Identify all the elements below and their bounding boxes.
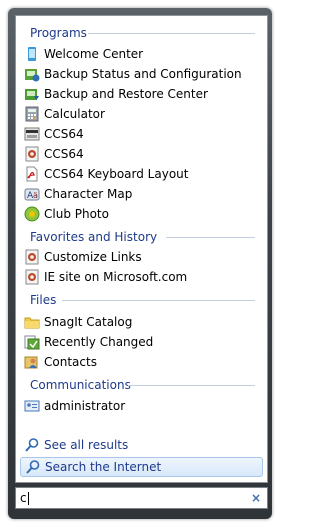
result-label: administrator: [44, 399, 126, 413]
section-title-programs: Programs: [30, 26, 87, 40]
result-ccs64-shortcut[interactable]: CCS64: [24, 124, 259, 144]
result-label: IE site on Microsoft.com: [44, 270, 188, 284]
section-title-favorites: Favorites and History: [30, 230, 158, 244]
result-customize-links[interactable]: Customize Links: [24, 247, 259, 267]
result-label: CCS64 Keyboard Layout: [44, 167, 189, 181]
start-search-input[interactable]: c ×: [15, 487, 268, 509]
result-ccs64-document[interactable]: CCS64: [24, 144, 259, 164]
section-divider: [88, 33, 255, 34]
result-label: CCS64: [44, 147, 84, 161]
pdf-icon: [24, 166, 40, 182]
result-label: Character Map: [44, 187, 133, 201]
search-input-value: c: [20, 491, 27, 505]
result-backup-restore[interactable]: Backup and Restore Center: [24, 84, 259, 104]
result-label: Calculator: [44, 107, 105, 121]
close-icon[interactable]: ×: [251, 491, 261, 505]
backup-status-icon: [24, 66, 40, 82]
result-backup-status[interactable]: Backup Status and Configuration: [24, 64, 259, 84]
section-title-communications: Communications: [30, 378, 131, 392]
result-label: CCS64: [44, 127, 84, 141]
result-character-map[interactable]: Aä Character Map: [24, 184, 259, 204]
svg-text:ä: ä: [33, 191, 38, 200]
result-administrator[interactable]: administrator: [24, 396, 259, 416]
result-label: SnagIt Catalog: [44, 315, 133, 329]
text-caret: [27, 491, 29, 505]
backup-restore-icon: [24, 86, 40, 102]
result-label: Customize Links: [44, 250, 142, 264]
welcome-center-icon: [24, 46, 40, 62]
search-the-internet-label: Search the Internet: [45, 460, 162, 474]
search-results-panel: Programs Welcome Center Backup Status an…: [15, 15, 268, 483]
section-divider: [62, 300, 255, 301]
search-icon: [24, 437, 40, 453]
character-map-icon: Aä: [24, 186, 40, 202]
contact-card-icon: [24, 398, 40, 414]
result-label: Welcome Center: [44, 47, 144, 61]
contacts-icon: [24, 354, 40, 370]
result-snagit-catalog[interactable]: SnagIt Catalog: [24, 312, 259, 332]
result-welcome-center[interactable]: Welcome Center: [24, 44, 259, 64]
recently-changed-icon: [24, 334, 40, 350]
see-all-results-link[interactable]: See all results: [24, 435, 259, 455]
ie-link-icon: [24, 269, 40, 285]
section-divider: [166, 237, 255, 238]
see-all-results-label: See all results: [44, 438, 129, 452]
search-the-internet-link[interactable]: Search the Internet: [20, 457, 263, 477]
result-label: Club Photo: [44, 207, 109, 221]
section-title-files: Files: [30, 293, 57, 307]
ccs64-document-icon: [24, 146, 40, 162]
result-label: Backup Status and Configuration: [44, 67, 242, 81]
result-recently-changed[interactable]: Recently Changed: [24, 332, 259, 352]
calculator-icon: [24, 106, 40, 122]
section-divider: [128, 385, 255, 386]
result-ie-site[interactable]: IE site on Microsoft.com: [24, 267, 259, 287]
club-photo-icon: [24, 206, 40, 222]
result-label: Recently Changed: [44, 335, 154, 349]
ie-link-icon: [24, 249, 40, 265]
ccs64-shortcut-icon: [24, 126, 40, 142]
search-icon: [25, 459, 41, 475]
result-contacts[interactable]: Contacts: [24, 352, 259, 372]
result-label: Backup and Restore Center: [44, 87, 208, 101]
result-ccs64-keyboard-layout[interactable]: CCS64 Keyboard Layout: [24, 164, 259, 184]
folder-icon: [24, 314, 40, 330]
result-calculator[interactable]: Calculator: [24, 104, 259, 124]
result-club-photo[interactable]: Club Photo: [24, 204, 259, 224]
result-label: Contacts: [44, 355, 97, 369]
